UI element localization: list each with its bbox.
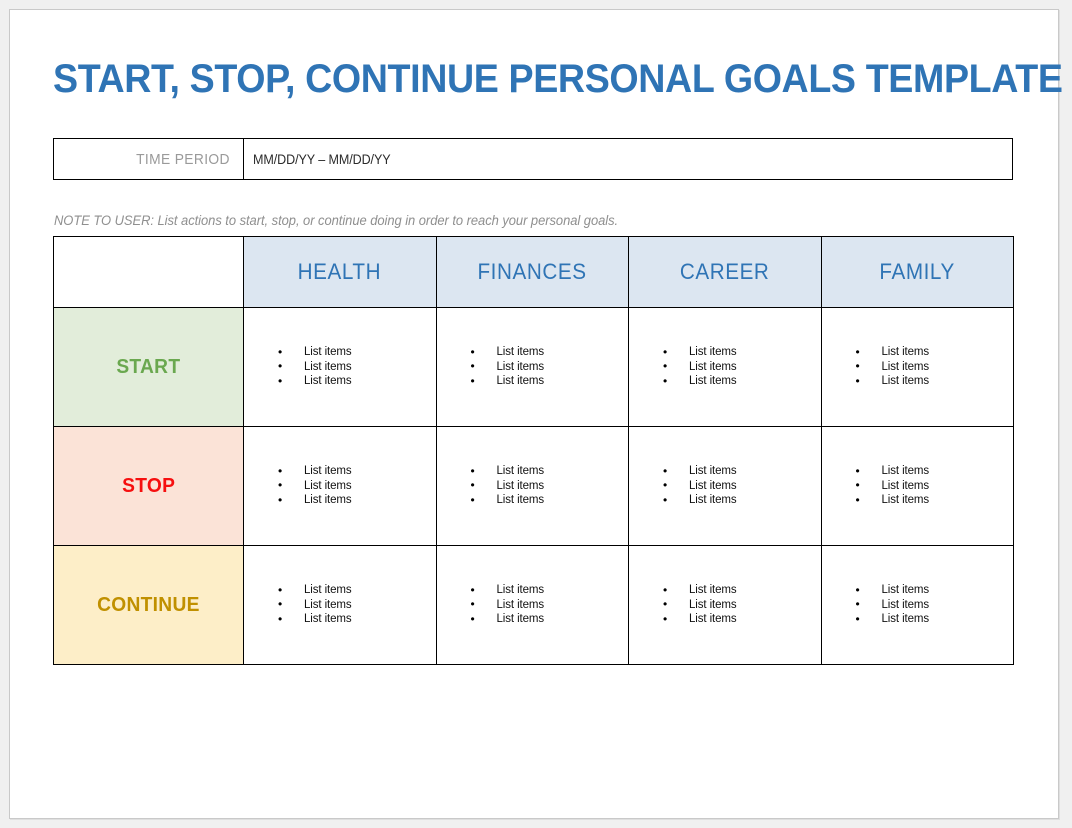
- items-list[interactable]: List items List items List items: [629, 464, 821, 508]
- list-item[interactable]: List items: [856, 612, 1014, 627]
- list-item[interactable]: List items: [856, 478, 1014, 494]
- column-header-career: CAREER: [628, 236, 822, 308]
- column-header-label: FAMILY: [879, 259, 955, 284]
- column-header-finances: FINANCES: [435, 236, 629, 308]
- list-item[interactable]: List items: [278, 493, 436, 508]
- table-row-stop: STOP List items List items List items Li…: [53, 426, 1014, 546]
- cell-continue-family[interactable]: List items List items List items: [820, 545, 1014, 665]
- list-item[interactable]: List items: [278, 583, 436, 598]
- items-list[interactable]: List items List items List items: [244, 583, 436, 627]
- items-list[interactable]: List items List items List items: [629, 345, 821, 389]
- list-item[interactable]: List items: [471, 493, 629, 508]
- column-header-label: CAREER: [679, 259, 770, 284]
- cell-stop-career[interactable]: List items List items List items: [628, 426, 822, 546]
- column-header-label: HEALTH: [298, 259, 382, 284]
- list-item[interactable]: List items: [471, 359, 629, 375]
- list-item[interactable]: List items: [663, 583, 821, 598]
- items-list[interactable]: List items List items List items: [629, 583, 821, 627]
- cell-start-career[interactable]: List items List items List items: [628, 307, 822, 427]
- column-header-label: FINANCES: [477, 259, 587, 284]
- cell-continue-health[interactable]: List items List items List items: [243, 545, 437, 665]
- row-label-stop: STOP: [53, 426, 244, 546]
- list-item[interactable]: List items: [663, 493, 821, 508]
- items-list[interactable]: List items List items List items: [244, 345, 436, 389]
- page-title: START, STOP, CONTINUE PERSONAL GOALS TEM…: [53, 57, 1063, 101]
- table-header-row: HEALTH FINANCES CAREER FAMILY: [53, 236, 1014, 308]
- items-list[interactable]: List items List items List items: [822, 345, 1014, 389]
- cell-start-finances[interactable]: List items List items List items: [435, 307, 629, 427]
- list-item[interactable]: List items: [278, 374, 436, 389]
- time-period-label: TIME PERIOD: [136, 150, 230, 168]
- list-item[interactable]: List items: [471, 583, 629, 598]
- list-item[interactable]: List items: [278, 597, 436, 613]
- items-list[interactable]: List items List items List items: [822, 464, 1014, 508]
- cell-stop-family[interactable]: List items List items List items: [820, 426, 1014, 546]
- list-item[interactable]: List items: [471, 612, 629, 627]
- list-item[interactable]: List items: [663, 464, 821, 479]
- list-item[interactable]: List items: [278, 464, 436, 479]
- list-item[interactable]: List items: [856, 359, 1014, 375]
- list-item[interactable]: List items: [856, 374, 1014, 389]
- column-header-family: FAMILY: [820, 236, 1014, 308]
- time-period-value[interactable]: MM/DD/YY – MM/DD/YY: [253, 152, 391, 167]
- time-period-bar: TIME PERIOD MM/DD/YY – MM/DD/YY: [53, 138, 1013, 180]
- cell-continue-finances[interactable]: List items List items List items: [435, 545, 629, 665]
- row-label-text: STOP: [121, 474, 176, 497]
- list-item[interactable]: List items: [278, 359, 436, 375]
- list-item[interactable]: List items: [663, 374, 821, 389]
- items-list[interactable]: List items List items List items: [437, 464, 629, 508]
- items-list[interactable]: List items List items List items: [437, 583, 629, 627]
- list-item[interactable]: List items: [856, 345, 1014, 360]
- items-list[interactable]: List items List items List items: [437, 345, 629, 389]
- table-corner-cell: [53, 236, 244, 308]
- time-period-input[interactable]: MM/DD/YY – MM/DD/YY: [244, 139, 1012, 179]
- list-item[interactable]: List items: [471, 464, 629, 479]
- list-item[interactable]: List items: [278, 612, 436, 627]
- time-period-label-cell: TIME PERIOD: [54, 139, 244, 179]
- row-label-text: START: [116, 355, 181, 378]
- row-label-continue: CONTINUE: [53, 545, 244, 665]
- cell-start-family[interactable]: List items List items List items: [820, 307, 1014, 427]
- row-label-start: START: [53, 307, 244, 427]
- list-item[interactable]: List items: [663, 359, 821, 375]
- items-list[interactable]: List items List items List items: [822, 583, 1014, 627]
- list-item[interactable]: List items: [471, 597, 629, 613]
- list-item[interactable]: List items: [663, 597, 821, 613]
- list-item[interactable]: List items: [856, 583, 1014, 598]
- document-page: START, STOP, CONTINUE PERSONAL GOALS TEM…: [9, 9, 1063, 819]
- cell-continue-career[interactable]: List items List items List items: [628, 545, 822, 665]
- list-item[interactable]: List items: [278, 345, 436, 360]
- list-item[interactable]: List items: [471, 374, 629, 389]
- list-item[interactable]: List items: [471, 345, 629, 360]
- list-item[interactable]: List items: [663, 612, 821, 627]
- list-item[interactable]: List items: [663, 478, 821, 494]
- list-item[interactable]: List items: [856, 597, 1014, 613]
- list-item[interactable]: List items: [471, 478, 629, 494]
- cell-stop-health[interactable]: List items List items List items: [243, 426, 437, 546]
- note-to-user: NOTE TO USER: List actions to start, sto…: [54, 213, 619, 228]
- cell-stop-finances[interactable]: List items List items List items: [435, 426, 629, 546]
- table-row-start: START List items List items List items L…: [53, 307, 1014, 427]
- row-label-text: CONTINUE: [97, 593, 200, 616]
- list-item[interactable]: List items: [278, 478, 436, 494]
- items-list[interactable]: List items List items List items: [244, 464, 436, 508]
- cell-start-health[interactable]: List items List items List items: [243, 307, 437, 427]
- list-item[interactable]: List items: [856, 493, 1014, 508]
- column-header-health: HEALTH: [243, 236, 437, 308]
- list-item[interactable]: List items: [856, 464, 1014, 479]
- list-item[interactable]: List items: [663, 345, 821, 360]
- table-row-continue: CONTINUE List items List items List item…: [53, 545, 1014, 665]
- goals-table: HEALTH FINANCES CAREER FAMILY START • Li…: [53, 236, 1014, 665]
